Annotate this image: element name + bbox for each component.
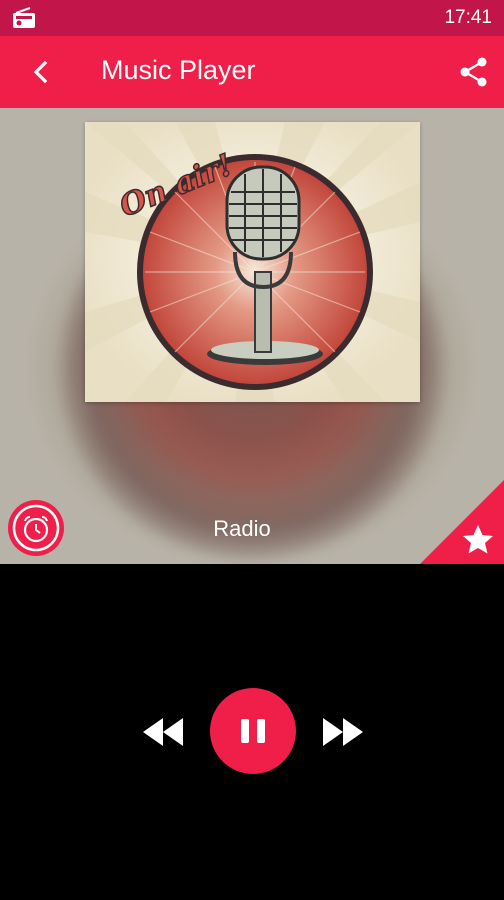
rewind-icon (143, 718, 183, 746)
share-button[interactable] (458, 56, 490, 88)
station-name: Radio (213, 516, 271, 541)
radio-icon (12, 7, 36, 29)
pause-icon (241, 719, 265, 743)
page-title: Music Player (101, 55, 256, 85)
rewind-button[interactable] (139, 714, 187, 750)
now-playing-area: On air! Radio (0, 108, 504, 564)
fast-forward-icon (323, 718, 363, 746)
status-bar: 17:41 (0, 0, 504, 36)
back-button[interactable] (20, 54, 60, 90)
share-icon (460, 57, 487, 87)
album-art: On air! (85, 122, 420, 402)
fast-forward-button[interactable] (319, 714, 367, 750)
favorite-button[interactable] (420, 480, 504, 564)
app-bar: Music Player (0, 36, 504, 108)
chevron-left-icon (33, 60, 48, 84)
playback-controls (0, 564, 504, 900)
play-pause-button[interactable] (210, 688, 296, 774)
status-time: 17:41 (444, 7, 492, 28)
